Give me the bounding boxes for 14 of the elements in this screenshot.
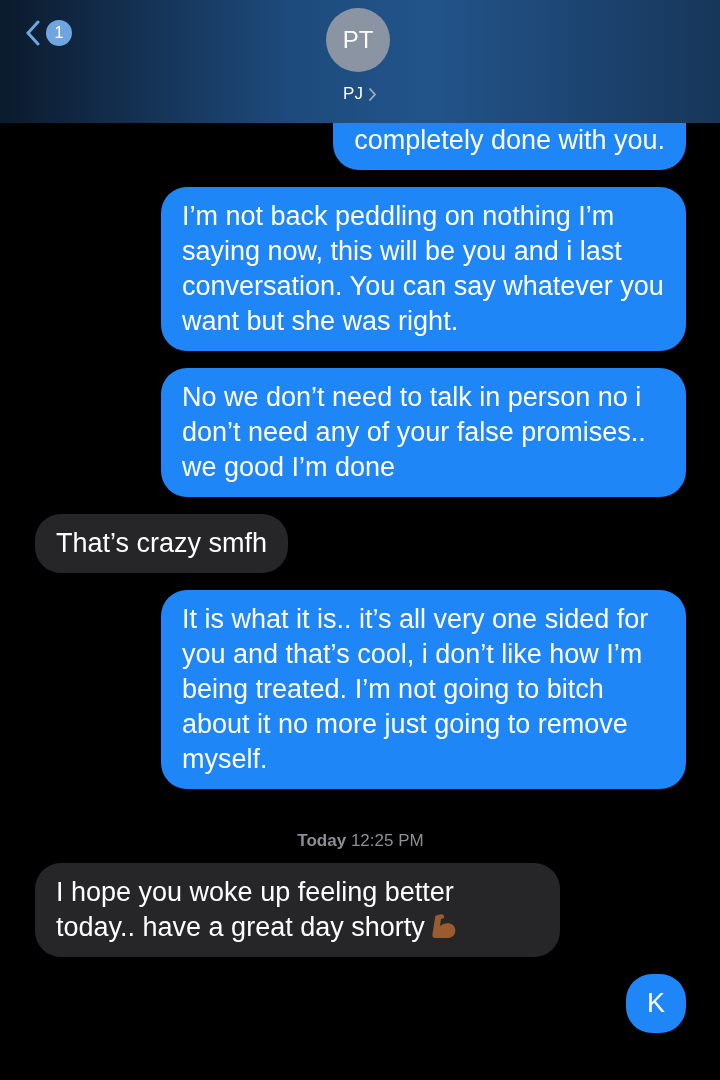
message-bubble: I’m not back peddling on nothing I’m saying now, this will be you and i last conversation. You can say whatever you want but she was right. [161, 187, 686, 351]
message-bubble: No we don’t need to talk in person no i don’t need any of your false promises.. we good I’m done [161, 368, 686, 497]
message-bubble: I hope you woke up feeling better today.. have a great day shorty [35, 863, 560, 957]
back-button[interactable]: 1 [26, 20, 72, 46]
timestamp: Today 12:25 PM [296, 831, 425, 851]
contact-name[interactable]: PJ [0, 84, 720, 104]
message-bubble: completely done with you. [333, 123, 686, 170]
contact-avatar[interactable]: PT [326, 8, 390, 72]
back-icon [26, 20, 40, 46]
message-bubble: It is what it is.. it’s all very one sided for you and that’s cool, i don’t like how I’m being treated. I’m not going to bitch about it no more just going to remove myself. [161, 590, 686, 789]
chevron-icon [367, 86, 377, 102]
message-bubble: That’s crazy smfh [35, 514, 289, 573]
message-bubble: K [626, 974, 686, 1033]
unread-badge: 1 [46, 20, 72, 46]
